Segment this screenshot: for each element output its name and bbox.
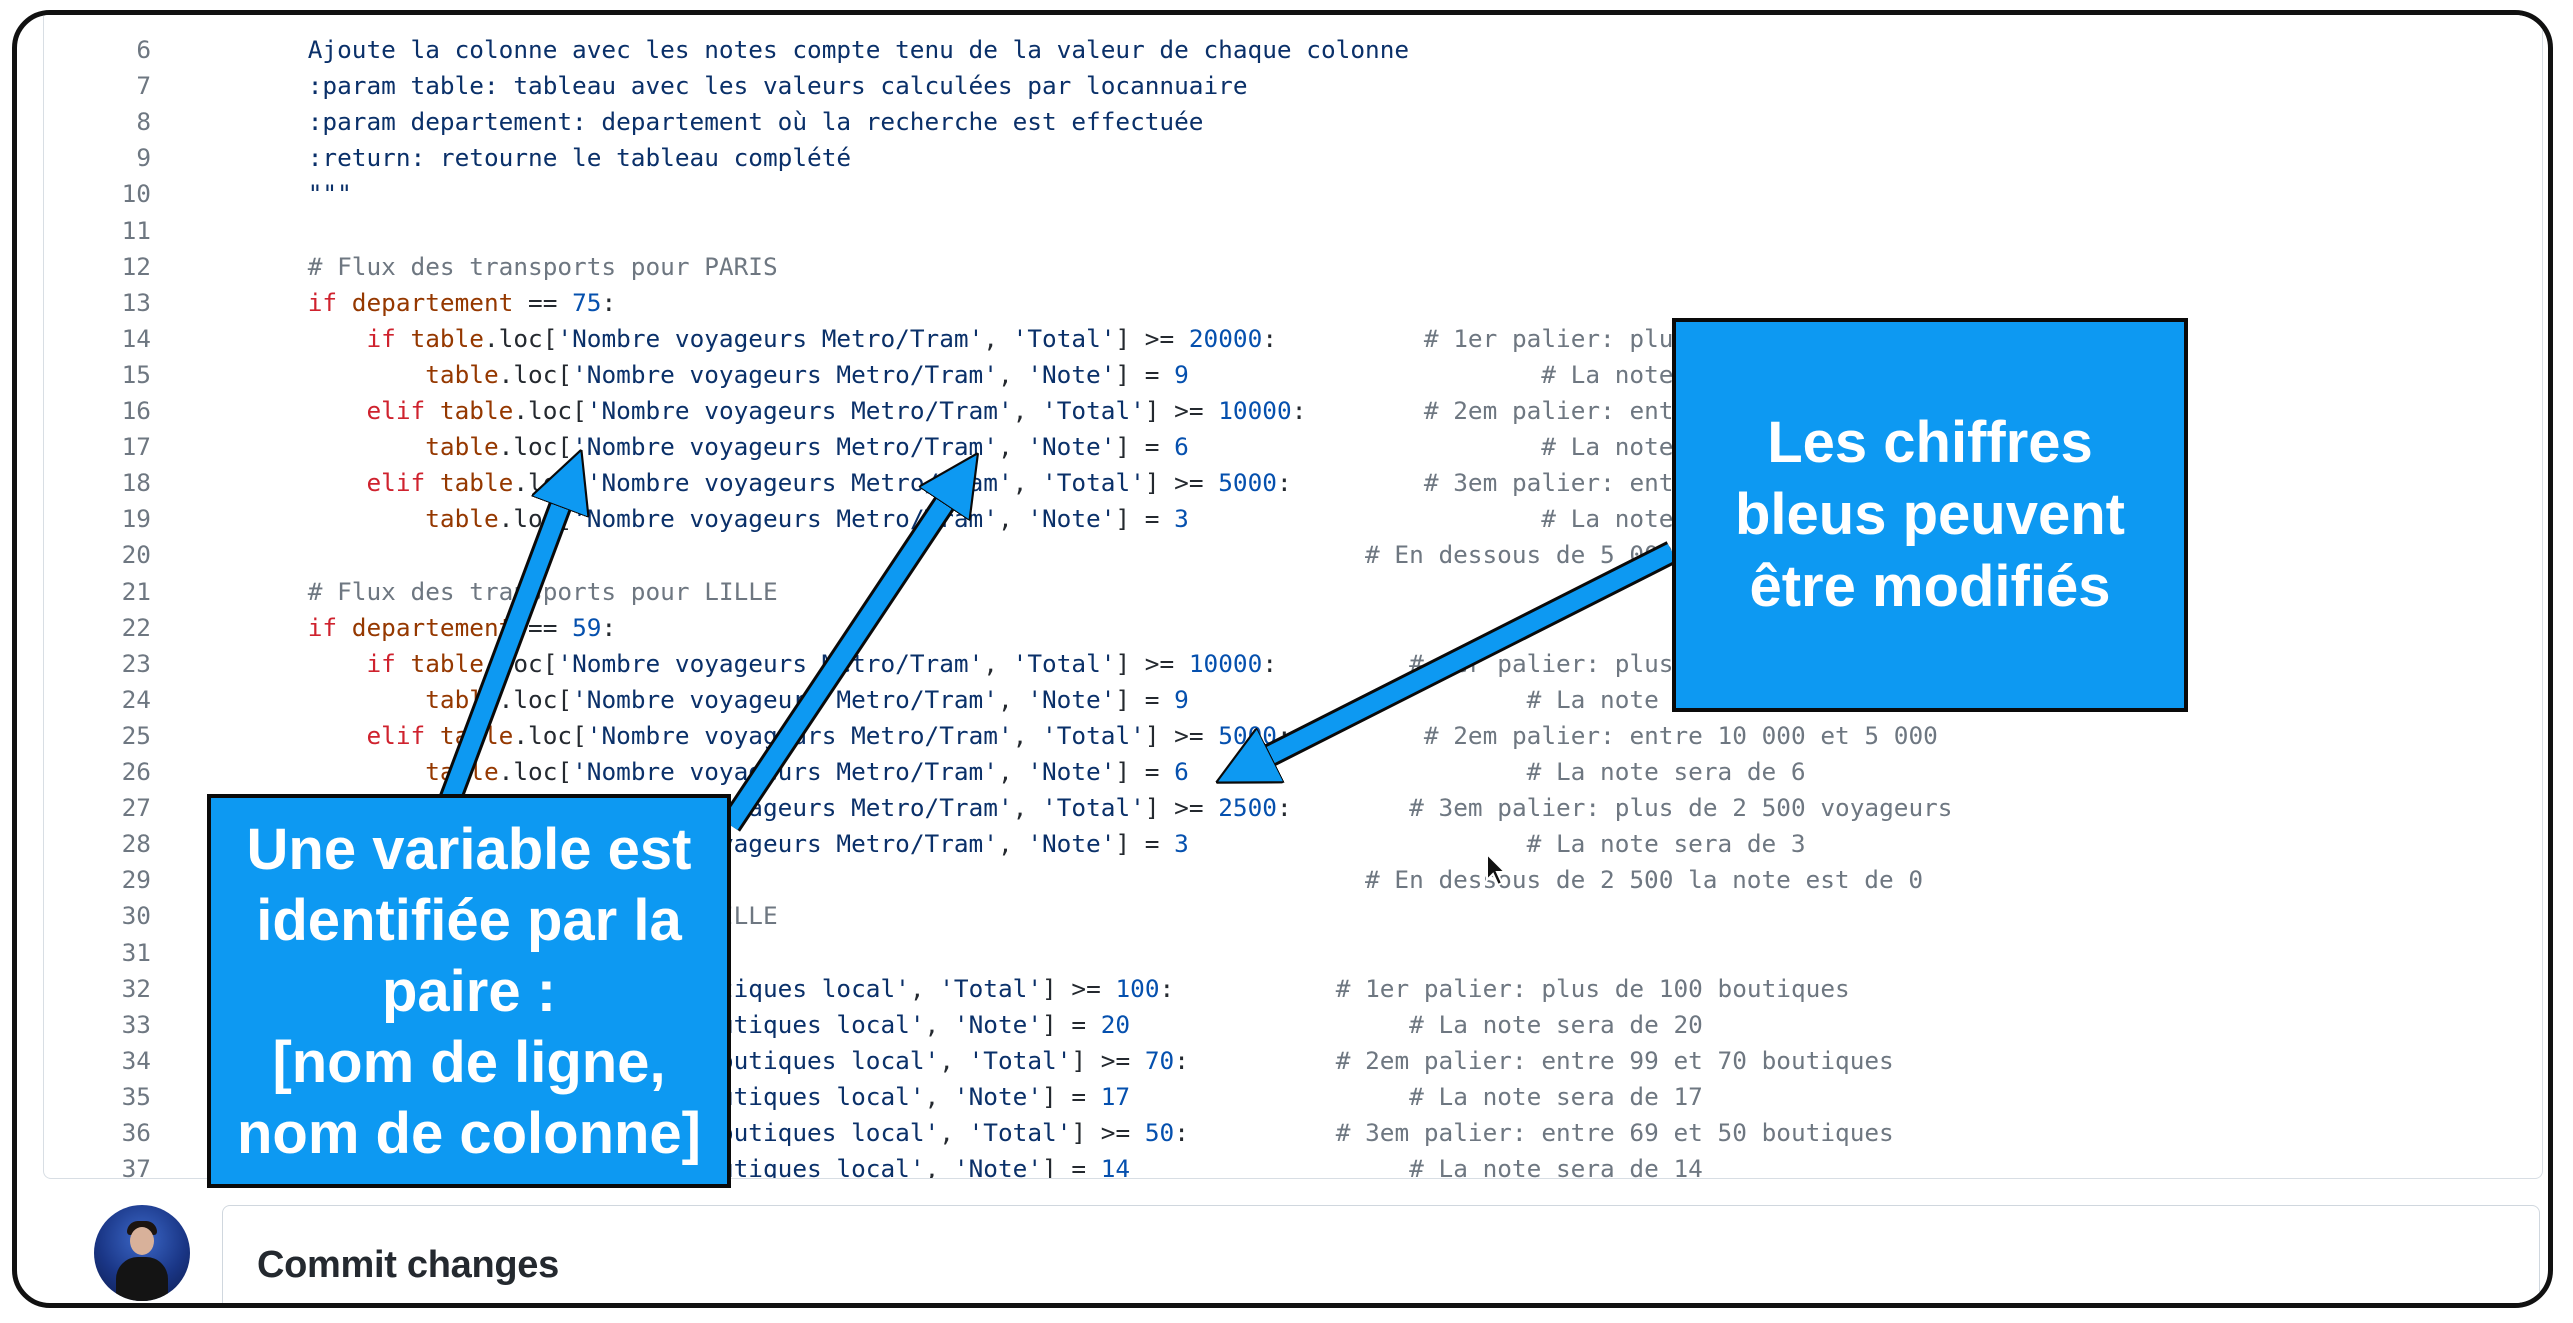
callout-left-text: Une variable est identifiée par la paire… (237, 816, 701, 1166)
callout-variable-pair: Une variable est identifiée par la paire… (207, 794, 731, 1188)
mouse-cursor-icon (1486, 852, 1508, 887)
callout-blue-numbers: Les chiffres bleus peuvent être modifiés (1672, 318, 2188, 712)
callout-right-text: Les chiffres bleus peuvent être modifiés (1735, 410, 2125, 619)
